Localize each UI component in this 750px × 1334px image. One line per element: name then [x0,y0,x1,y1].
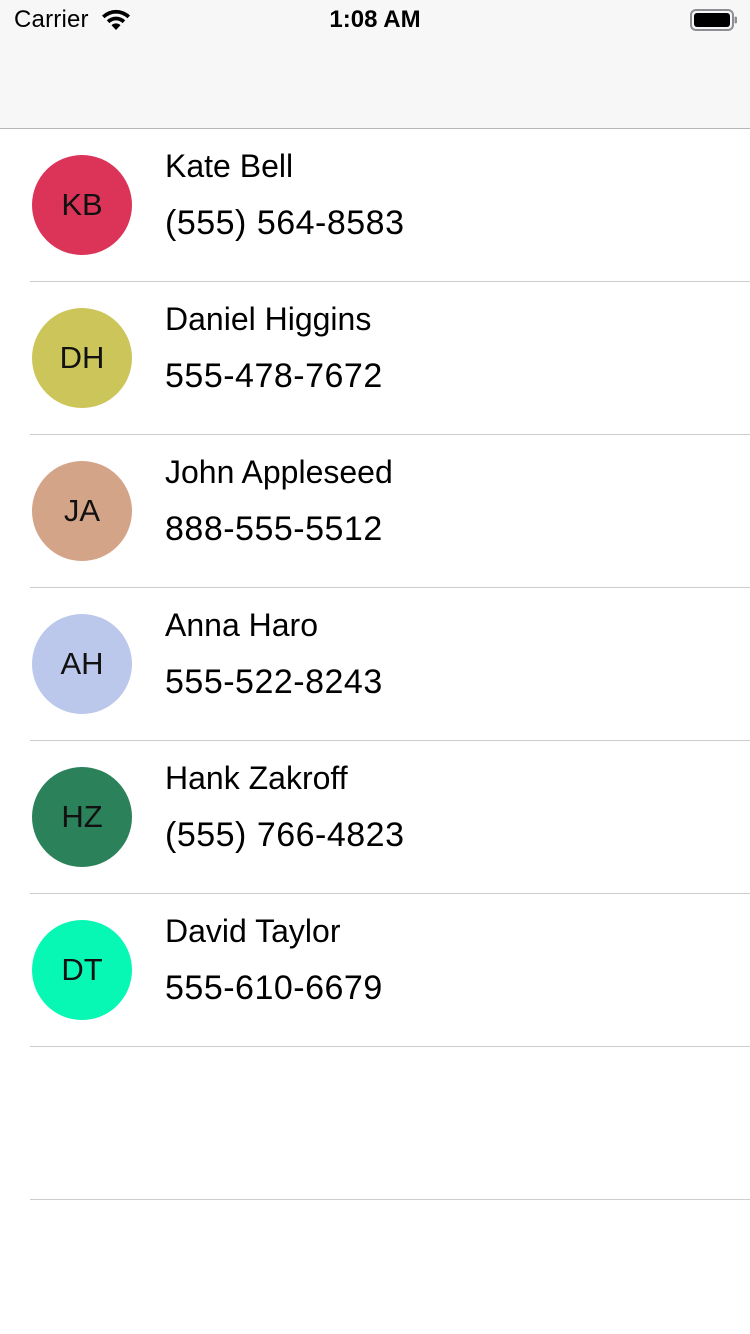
contact-name: Daniel Higgins [165,301,372,337]
empty-table-row [30,1047,750,1200]
contact-name: Anna Haro [165,607,318,643]
contact-row[interactable]: DT David Taylor 555-610-6679 [30,894,750,1047]
contacts-screen: Carrier 1:08 AM KB Kate Bell (555) 564-858… [0,0,750,1334]
contact-avatar: AH [32,614,132,714]
contact-avatar: DT [32,920,132,1020]
contact-row[interactable]: HZ Hank Zakroff (555) 766-4823 [30,741,750,894]
contact-avatar: JA [32,461,132,561]
contact-name: John Appleseed [165,454,393,490]
contact-phone: 555-522-8243 [165,663,383,701]
contact-avatar: HZ [32,767,132,867]
contact-phone: 555-610-6679 [165,969,383,1007]
contact-phone: (555) 564-8583 [165,204,405,242]
contact-phone: 555-478-7672 [165,357,383,395]
contact-row[interactable]: AH Anna Haro 555-522-8243 [30,588,750,741]
contact-phone: (555) 766-4823 [165,816,405,854]
contact-phone: 888-555-5512 [165,510,383,548]
status-bar: Carrier 1:08 AM [0,0,750,40]
contact-name: Hank Zakroff [165,760,348,796]
contact-name: David Taylor [165,913,341,949]
navigation-bar: Carrier 1:08 AM [0,0,750,129]
status-time: 1:08 AM [329,6,421,33]
contact-list[interactable]: KB Kate Bell (555) 564-8583 DH Daniel Higgin… [0,129,750,1200]
contact-avatar: KB [32,155,132,255]
contact-avatar: DH [32,308,132,408]
battery-icon [690,9,737,31]
contact-row[interactable]: JA John Appleseed 888-555-5512 [30,435,750,588]
contact-name: Kate Bell [165,148,294,184]
contact-row[interactable]: KB Kate Bell (555) 564-8583 [30,129,750,282]
contact-row[interactable]: DH Daniel Higgins 555-478-7672 [30,282,750,435]
